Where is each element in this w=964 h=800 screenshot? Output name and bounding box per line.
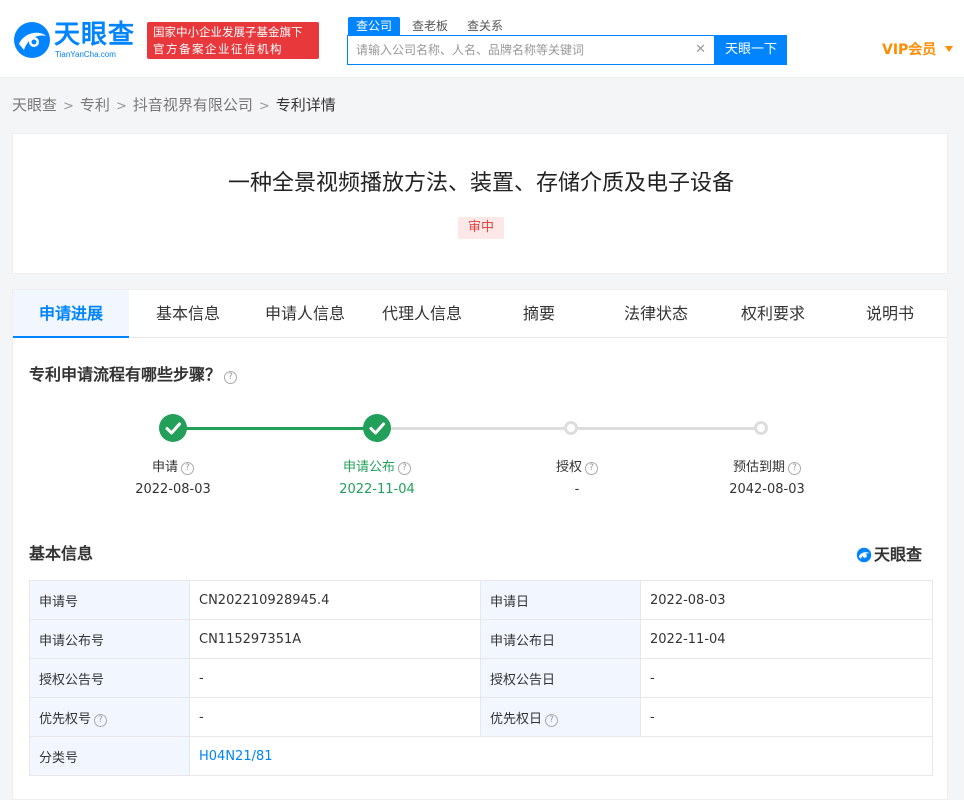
help-icon[interactable]: ? — [181, 462, 194, 475]
clear-icon[interactable]: ✕ — [695, 42, 706, 58]
eye-logo-icon — [14, 22, 50, 58]
breadcrumb-home[interactable]: 天眼查 — [12, 96, 57, 114]
chevron-right-icon: > — [115, 99, 127, 114]
help-icon[interactable]: ? — [94, 713, 108, 727]
basic-info-title: 基本信息 — [29, 544, 94, 563]
field-label: 优先权日? — [480, 697, 641, 737]
status-badge: 审中 — [458, 217, 504, 239]
step-date: - — [574, 482, 580, 497]
field-value: 2022-11-04 — [640, 619, 933, 659]
progress-line-done — [173, 427, 377, 430]
basic-info-table: 申请号 CN202210928945.4 申请日 2022-08-03 申请公布… — [29, 580, 933, 776]
breadcrumb: 天眼查 > 专利 > 抖音视界有限公司 > 专利详情 — [12, 95, 336, 115]
table-row: 申请号 CN202210928945.4 申请日 2022-08-03 — [29, 580, 933, 620]
tab-search-relation[interactable]: 查关系 — [467, 17, 503, 35]
field-label: 授权公告号 — [29, 658, 190, 698]
tab-abstract[interactable]: 摘要 — [481, 290, 597, 338]
pending-step-dot — [564, 421, 578, 435]
step-date: 2042-08-03 — [729, 482, 805, 497]
tab-application-progress[interactable]: 申请进展 — [13, 290, 129, 338]
step-label: 预估到期? — [707, 459, 827, 477]
search-button[interactable]: 天眼一下 — [715, 35, 787, 65]
check-icon — [159, 414, 187, 442]
top-header: 天眼查 TianYanCha.com 国家中小企业发展子基金旗下 官方备案企业征… — [0, 0, 964, 78]
caret-down-icon[interactable] — [945, 46, 953, 52]
field-value: 2022-08-03 — [640, 580, 933, 620]
brand-text: 天眼查 — [874, 545, 923, 564]
field-label: 申请公布日 — [480, 619, 641, 659]
chevron-right-icon: > — [63, 99, 74, 114]
search-input[interactable] — [356, 36, 686, 64]
field-value: - — [640, 658, 933, 698]
field-label: 分类号 — [29, 736, 190, 776]
tab-agent-info[interactable]: 代理人信息 — [364, 290, 480, 338]
classification-link[interactable]: H04N21/81 — [199, 749, 273, 764]
pending-step-dot — [754, 421, 768, 435]
help-icon[interactable]: ? — [585, 462, 598, 475]
table-row: 优先权号? - 优先权日? - — [29, 697, 933, 737]
step-label: 申请公布? — [317, 459, 437, 477]
tab-description[interactable]: 说明书 — [832, 290, 948, 338]
field-value: CN115297351A — [189, 619, 481, 659]
help-icon[interactable]: ? — [224, 371, 238, 384]
help-icon[interactable]: ? — [545, 713, 559, 727]
breadcrumb-company[interactable]: 抖音视界有限公司 — [133, 96, 253, 114]
step-label: 授权? — [517, 459, 637, 477]
patent-title-card: 一种全景视频播放方法、装置、存储介质及电子设备 审中 — [12, 133, 948, 274]
tab-search-boss[interactable]: 查老板 — [412, 17, 448, 35]
breadcrumb-current: 专利详情 — [275, 96, 336, 114]
step-date: 2022-11-04 — [339, 482, 415, 497]
step-label: 申请? — [113, 459, 233, 477]
gov-badge-line2: 官方备案企业征信机构 — [153, 42, 283, 56]
field-value: H04N21/81 — [189, 736, 933, 776]
detail-tabs: 申请进展 基本信息 申请人信息 代理人信息 摘要 法律状态 权利要求 说明书 — [13, 290, 947, 338]
field-label: 优先权号? — [29, 697, 190, 737]
progress-question: 专利申请流程有哪些步骤？? — [29, 365, 238, 385]
help-icon[interactable]: ? — [398, 462, 411, 475]
gov-badge: 国家中小企业发展子基金旗下 官方备案企业征信机构 — [147, 22, 319, 59]
breadcrumb-patent[interactable]: 专利 — [80, 96, 110, 114]
logo-text: 天眼查 — [54, 20, 136, 50]
tab-legal-status[interactable]: 法律状态 — [598, 290, 714, 338]
chevron-right-icon: > — [258, 99, 270, 114]
progress-question-text: 专利申请流程有哪些步骤？ — [29, 365, 222, 384]
table-row: 分类号 H04N21/81 — [29, 736, 933, 776]
tab-claims[interactable]: 权利要求 — [715, 290, 831, 338]
progress-tracker: 申请? 2022-08-03 申请公布? 2022-11-04 授权? - 预估… — [13, 405, 949, 505]
logo-domain: TianYanCha.com — [55, 50, 116, 59]
field-label: 申请号 — [29, 580, 190, 620]
help-icon[interactable]: ? — [788, 462, 801, 475]
eye-logo-icon — [856, 547, 872, 563]
patent-detail-card: 申请进展 基本信息 申请人信息 代理人信息 摘要 法律状态 权利要求 说明书 专… — [12, 289, 948, 800]
gov-badge-line1: 国家中小企业发展子基金旗下 — [153, 25, 303, 39]
page-title: 一种全景视频播放方法、装置、存储介质及电子设备 — [227, 171, 734, 196]
table-row: 申请公布号 CN115297351A 申请公布日 2022-11-04 — [29, 619, 933, 659]
tab-basic-info[interactable]: 基本信息 — [130, 290, 246, 338]
tab-applicant-info[interactable]: 申请人信息 — [247, 290, 363, 338]
step-date: 2022-08-03 — [135, 482, 211, 497]
field-label: 授权公告日 — [480, 658, 641, 698]
table-row: 授权公告号 - 授权公告日 - — [29, 658, 933, 698]
field-value: - — [189, 658, 481, 698]
field-value: CN202210928945.4 — [189, 580, 481, 620]
check-icon — [363, 414, 391, 442]
field-label: 申请公布号 — [29, 619, 190, 659]
vip-member-link[interactable]: VIP会员 — [882, 40, 936, 60]
search-box: ✕ — [347, 35, 715, 65]
field-value: - — [189, 697, 481, 737]
tab-search-company[interactable]: 查公司 — [348, 17, 401, 35]
site-logo[interactable]: 天眼查 TianYanCha.com — [12, 20, 140, 60]
field-value: - — [640, 697, 933, 737]
field-label: 申请日 — [480, 580, 641, 620]
